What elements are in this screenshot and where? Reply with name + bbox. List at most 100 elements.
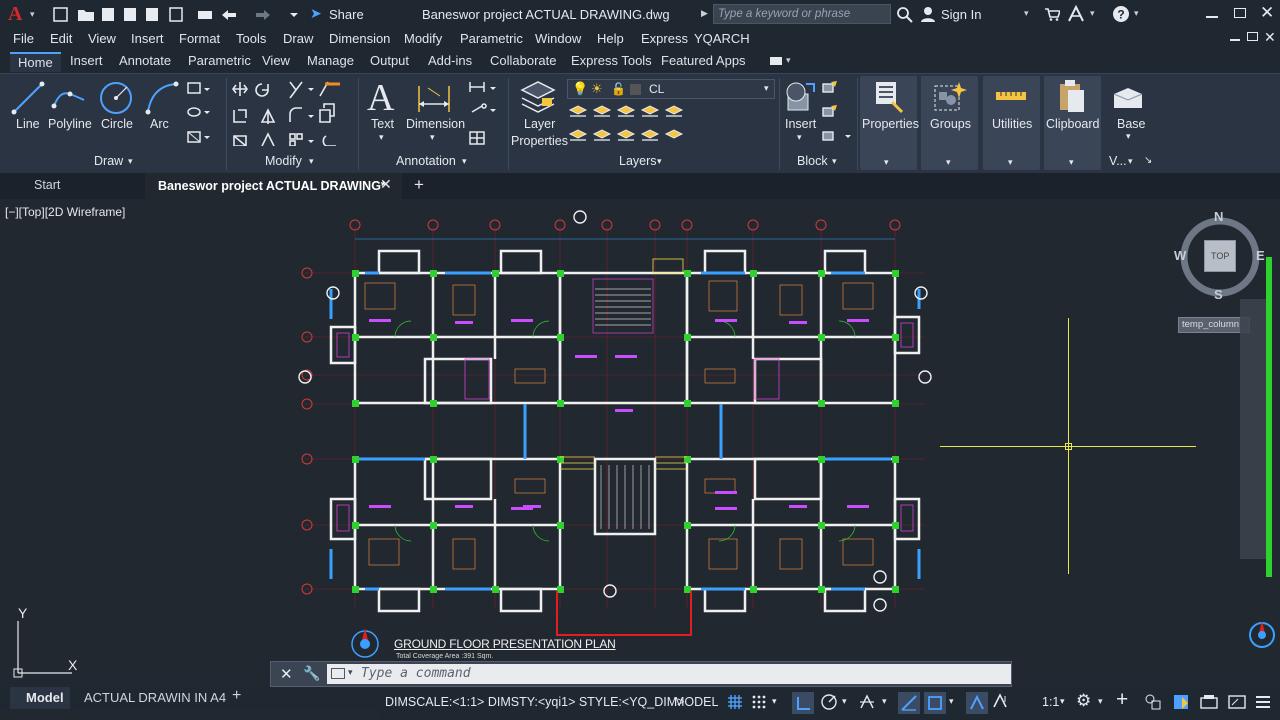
arc-button[interactable]: Arc xyxy=(150,117,169,131)
close-tab-icon[interactable]: ✕ xyxy=(380,176,392,193)
annotation-visibility-toggle[interactable] xyxy=(966,692,988,714)
search-expand-icon[interactable]: ▶ xyxy=(701,8,708,19)
compass-west[interactable]: W xyxy=(1174,248,1186,263)
ribbon-options-dropdown-icon[interactable]: ▾ xyxy=(786,55,791,66)
floor-plan-drawing[interactable] xyxy=(295,209,935,639)
block-tools-icon[interactable] xyxy=(821,80,855,146)
help-dropdown-icon[interactable]: ▾ xyxy=(1134,8,1139,19)
layer-properties-label-1[interactable]: Layer xyxy=(524,117,555,131)
auto-scale-icon[interactable] xyxy=(992,693,1010,711)
command-customize-icon[interactable]: 🔧 xyxy=(303,665,320,682)
polyline-icon[interactable] xyxy=(50,80,86,116)
isodraft-dropdown-icon[interactable]: ▾ xyxy=(882,696,887,707)
dialog-launcher-icon[interactable]: ↘ xyxy=(1144,155,1152,166)
ribbon-options-icon[interactable] xyxy=(770,57,782,65)
annotation-small-tools-icon[interactable] xyxy=(468,80,502,146)
line-button[interactable]: Line xyxy=(16,117,40,131)
doc-minimize-icon[interactable] xyxy=(1230,39,1240,41)
layers-panel-title[interactable]: Layers xyxy=(619,154,657,168)
sign-in-dropdown-icon[interactable]: ▾ xyxy=(1024,8,1029,19)
properties-expand-icon[interactable]: ▾ xyxy=(884,157,889,168)
share-icon[interactable]: ➤ xyxy=(310,5,322,22)
menu-draw[interactable]: Draw xyxy=(283,31,313,46)
modify-panel-expand-icon[interactable]: ▾ xyxy=(309,156,314,167)
open-web-icon[interactable] xyxy=(170,7,184,21)
workspace-dropdown-icon[interactable]: ▾ xyxy=(1098,696,1103,707)
arc-icon[interactable] xyxy=(144,80,180,116)
object-snap-tracking-toggle[interactable] xyxy=(898,692,920,714)
tab-home[interactable]: Home xyxy=(10,52,61,72)
tab-output[interactable]: Output xyxy=(370,53,409,68)
menu-insert[interactable]: Insert xyxy=(131,31,164,46)
save-as-icon[interactable] xyxy=(122,7,136,21)
dimension-icon[interactable] xyxy=(416,82,452,114)
command-line[interactable]: ✕ 🔧 ▾ Type a command xyxy=(270,661,1012,687)
text-button[interactable]: Text xyxy=(371,117,394,131)
modify-panel-title[interactable]: Modify xyxy=(265,154,302,168)
workspace-gear-icon[interactable]: ⚙ xyxy=(1076,691,1091,711)
base-view-icon[interactable] xyxy=(1112,82,1146,112)
minimize-icon[interactable] xyxy=(1206,16,1218,18)
menu-tools[interactable]: Tools xyxy=(236,31,266,46)
search-input[interactable]: Type a keyword or phrase xyxy=(713,4,891,24)
doc-restore-icon[interactable] xyxy=(1247,32,1258,41)
object-snap-toggle[interactable] xyxy=(924,692,946,714)
command-close-icon[interactable]: ✕ xyxy=(280,665,293,683)
active-doc-tab[interactable]: Baneswor project ACTUAL DRAWING* ✕ xyxy=(145,173,402,199)
grid-icon[interactable] xyxy=(726,693,744,711)
new-layout-icon[interactable]: + xyxy=(232,687,241,705)
recent-commands-icon[interactable] xyxy=(331,668,345,679)
navigation-wheel-icon[interactable] xyxy=(1246,619,1278,651)
menu-edit[interactable]: Edit xyxy=(50,31,72,46)
view-panel-title[interactable]: V... xyxy=(1109,154,1127,168)
text-icon[interactable]: A xyxy=(367,76,394,120)
menu-view[interactable]: View xyxy=(88,31,116,46)
web-mobile-icon[interactable] xyxy=(146,7,160,21)
autocad-logo-icon[interactable]: A xyxy=(8,3,22,26)
layer-dropdown[interactable]: 💡 ☀ 🔓 CL ▾ xyxy=(567,79,775,99)
view-cube-top-face[interactable]: TOP xyxy=(1204,240,1236,272)
insert-block-icon[interactable] xyxy=(784,80,818,114)
app-menu-arrow-icon[interactable]: ▾ xyxy=(30,9,35,20)
viewport-controls[interactable]: [−][Top][2D Wireframe] xyxy=(5,205,125,219)
customize-qat-icon[interactable] xyxy=(292,7,302,21)
plot-icon[interactable] xyxy=(196,7,212,21)
selected-elevation-preview[interactable] xyxy=(1240,299,1266,559)
menu-modify[interactable]: Modify xyxy=(404,31,442,46)
new-file-icon[interactable] xyxy=(56,7,70,21)
view-panel-expand-icon[interactable]: ▾ xyxy=(1128,156,1133,167)
layers-panel-expand-icon[interactable]: ▾ xyxy=(657,156,662,167)
menu-dimension[interactable]: Dimension xyxy=(329,31,390,46)
dimension-dropdown-icon[interactable]: ▾ xyxy=(430,132,435,143)
command-input[interactable]: ▾ Type a command xyxy=(327,664,1011,684)
layer-color-swatch[interactable] xyxy=(630,84,641,95)
help-icon[interactable]: ? xyxy=(1112,5,1130,23)
layer-properties-label-2[interactable]: Properties xyxy=(511,134,568,148)
insert-button[interactable]: Insert xyxy=(785,117,816,131)
undo-icon[interactable] xyxy=(220,7,238,21)
groups-expand-icon[interactable]: ▾ xyxy=(946,157,951,168)
draw-small-tools-icon[interactable] xyxy=(186,80,220,146)
snap-dropdown-icon[interactable]: ▾ xyxy=(772,696,777,707)
redo-icon[interactable] xyxy=(256,7,274,21)
clipboard-panel[interactable]: Clipboard ▾ xyxy=(1044,76,1101,170)
base-button[interactable]: Base xyxy=(1117,117,1146,131)
cart-icon[interactable] xyxy=(1044,7,1060,21)
line-icon[interactable] xyxy=(10,80,46,116)
quick-properties-icon[interactable] xyxy=(1172,693,1190,711)
tab-manage[interactable]: Manage xyxy=(307,53,354,68)
menu-window[interactable]: Window xyxy=(535,31,581,46)
isodraft-icon[interactable] xyxy=(858,693,876,711)
layer-tools-icon[interactable] xyxy=(568,102,688,150)
autodesk-app-icon[interactable] xyxy=(1067,5,1085,23)
close-icon[interactable]: ✕ xyxy=(1260,3,1274,23)
layer-dropdown-arrow-icon[interactable]: ▾ xyxy=(764,83,769,94)
object-snap-dropdown-icon[interactable]: ▾ xyxy=(949,696,954,707)
base-dropdown-icon[interactable]: ▾ xyxy=(1126,131,1131,142)
menu-parametric[interactable]: Parametric xyxy=(460,31,523,46)
doc-close-icon[interactable]: ✕ xyxy=(1264,29,1276,46)
selection-grip-strip[interactable] xyxy=(1266,257,1272,577)
clipboard-expand-icon[interactable]: ▾ xyxy=(1069,157,1074,168)
circle-icon[interactable] xyxy=(98,80,134,116)
tab-add-ins[interactable]: Add-ins xyxy=(428,53,472,68)
